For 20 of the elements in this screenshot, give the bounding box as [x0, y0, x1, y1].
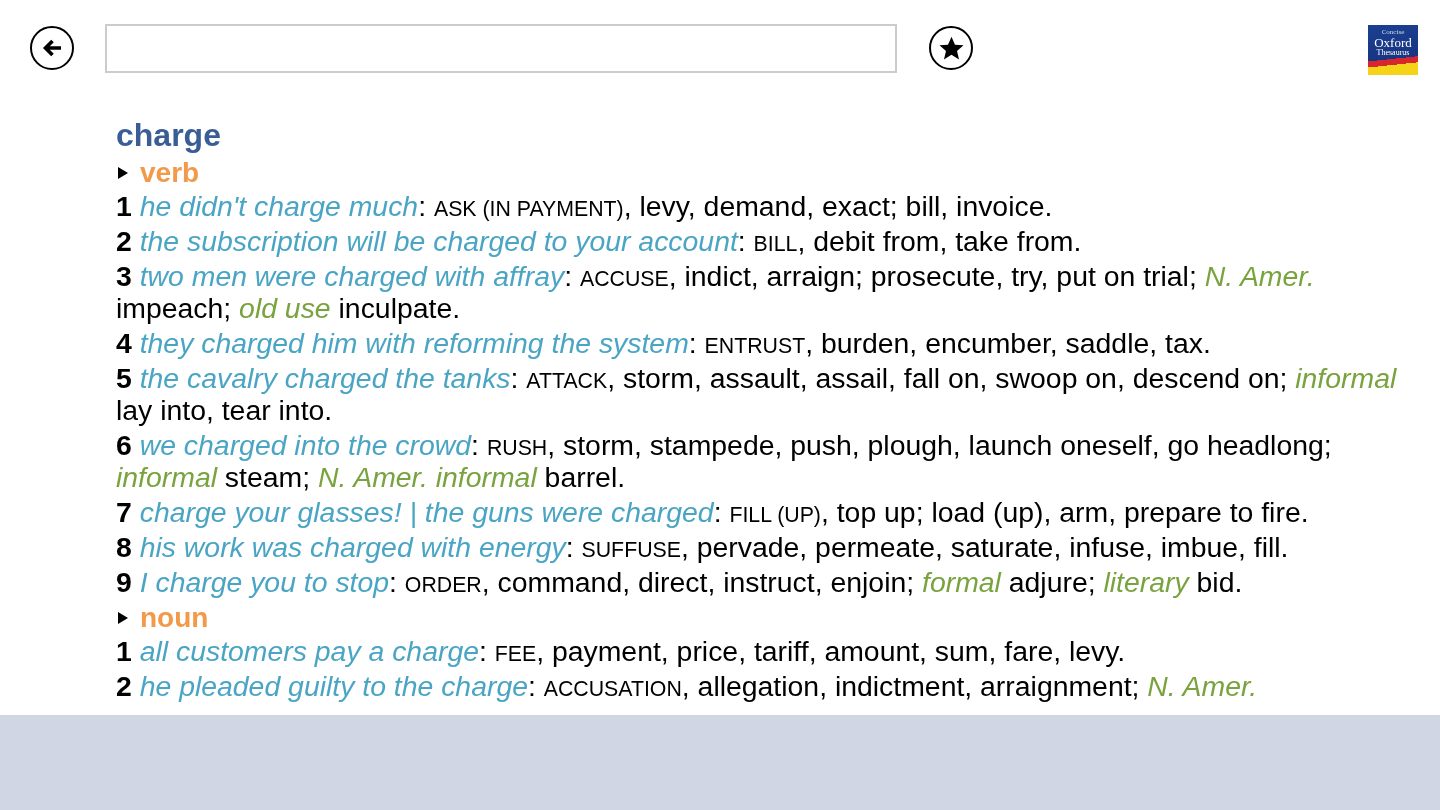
search-field[interactable]: [105, 23, 897, 73]
sense-entry: 5 the cavalry charged the tanks: ATTACK, storm, assault, assail, fall on, swoop on, descend on; informal lay into, tear into.: [116, 362, 1398, 426]
triangle-icon: [118, 612, 128, 624]
sense-entry: 4 they charged him with reforming the system: ENTRUST, burden, encumber, saddle, tax.: [116, 327, 1212, 359]
sense-entry: 7 charge your glasses! | the guns were charged: FILL (UP), top up; load (up), arm, prepare to fire.: [116, 496, 1310, 528]
sense-entry: 2 the subscription will be charged to your account: BILL, debit from, take from.: [116, 225, 1083, 257]
triangle-icon: [118, 167, 128, 179]
sense-entry: 2 he pleaded guilty to the charge: ACCUSATION, allegation, indictment, arraignment; N. Amer.: [116, 670, 1259, 702]
favorite-button[interactable]: [929, 26, 973, 70]
star-icon: [937, 34, 965, 62]
sense-entry: 8 his work was charged with energy: SUFFUSE, pervade, permeate, saturate, infuse, imbue, fill.: [116, 531, 1290, 563]
part-of-speech: noun: [140, 602, 209, 634]
part-of-speech: verb: [140, 157, 200, 189]
sense-entry: 9 I charge you to stop: ORDER, command, direct, instruct, enjoin; formal adjure; literary bid.: [116, 566, 1244, 598]
headword: charge: [116, 116, 221, 154]
sense-entry: 1 he didn't charge much: ASK (IN PAYMENT), levy, demand, exact; bill, invoice.: [116, 190, 1054, 222]
sense-entry: 1 all customers pay a charge: FEE, payment, price, tariff, amount, sum, fare, levy.: [116, 635, 1127, 667]
sense-entry: 6 we charged into the crowd: RUSH, storm, stampede, push, plough, launch oneself, go headlong; informal steam; N. Amer. informal barrel.: [116, 429, 1333, 493]
back-button[interactable]: [30, 26, 74, 70]
sense-entry: 3 two men were charged with affray: ACCUSE, indict, arraign; prosecute, try, put on trial; N. Amer. impeach; old use inculpate.: [116, 260, 1316, 324]
